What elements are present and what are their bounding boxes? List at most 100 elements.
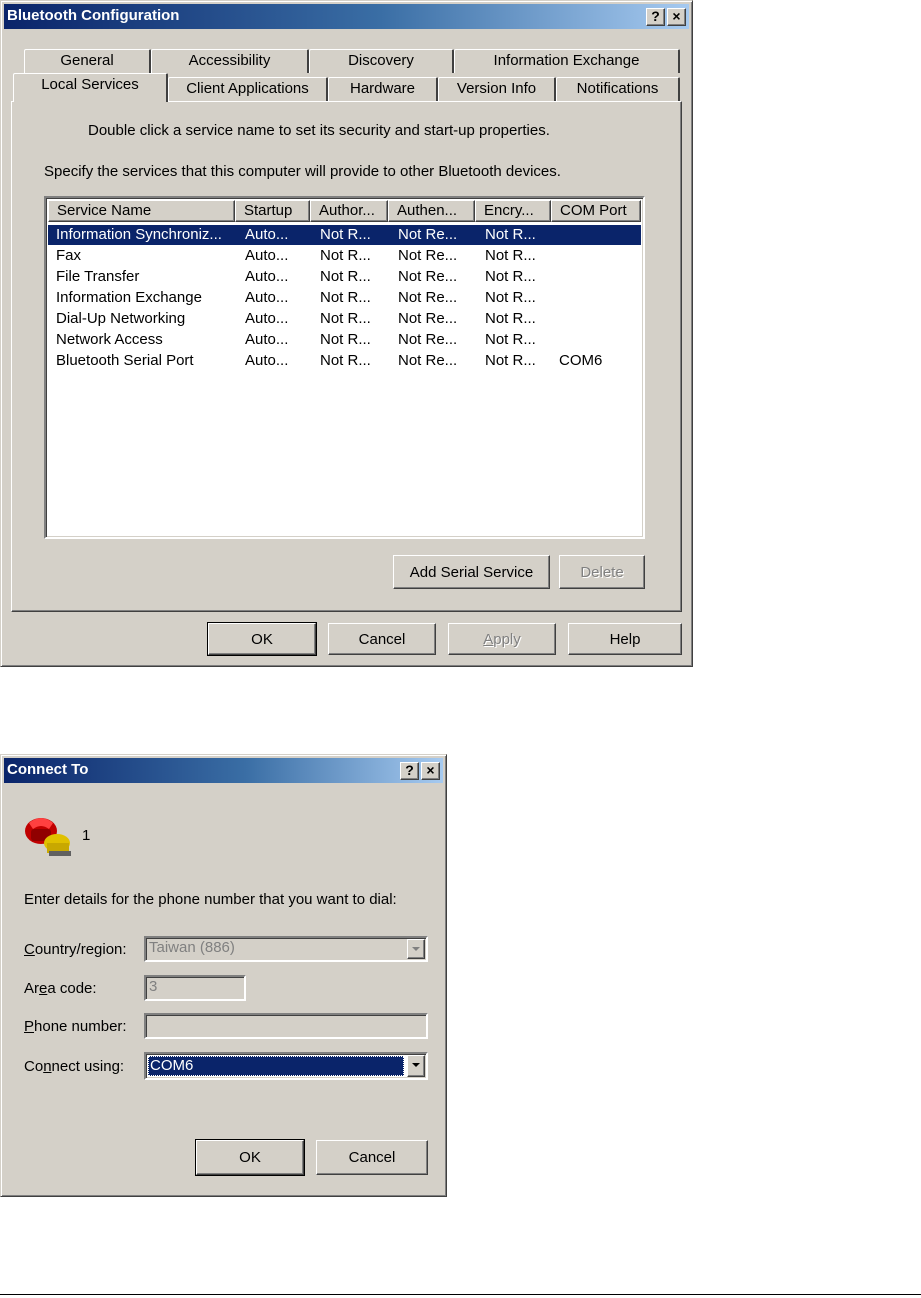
column-service-name[interactable]: Service Name [48, 200, 235, 222]
cell-encryption: Not R... [485, 268, 536, 285]
dropdown-arrow-icon[interactable] [407, 939, 425, 959]
cell-authentication: Not Re... [398, 268, 458, 285]
country-select[interactable]: Taiwan (886) [144, 936, 428, 962]
connect-title-bar: Connect To ? × [4, 758, 443, 783]
cell-authentication: Not Re... [398, 331, 458, 348]
phone-number-field[interactable] [144, 1013, 428, 1039]
cell-startup: Auto... [245, 226, 289, 243]
table-row[interactable]: File Transfer Auto... Not R... Not Re... Not… [48, 267, 641, 287]
cell-startup: Auto... [245, 352, 289, 369]
cell-startup: Auto... [245, 331, 289, 348]
cancel-button[interactable]: Cancel [316, 1140, 428, 1175]
add-serial-service-button[interactable]: Add Serial Service [393, 555, 550, 589]
apply-button[interactable]: Apply [448, 623, 556, 655]
cell-service-name: Network Access [56, 331, 163, 348]
cell-service-name: File Transfer [56, 268, 140, 285]
connect-using-select[interactable]: COM6 [144, 1052, 428, 1080]
tab-label: Local Services [41, 76, 139, 93]
apply-label: Apply [483, 630, 521, 648]
tab-label: Accessibility [188, 52, 271, 69]
cell-authentication: Not Re... [398, 247, 458, 264]
tab-client-applications[interactable]: Client Applications [168, 77, 328, 101]
phone-connection-icon [25, 818, 71, 856]
bluetooth-title-bar: Bluetooth Configuration ? × [4, 4, 689, 29]
cell-encryption: Not R... [485, 226, 536, 243]
ok-button[interactable]: OK [195, 1139, 305, 1176]
connect-using-label: Connect using: [24, 1058, 125, 1075]
cell-startup: Auto... [245, 247, 289, 264]
tab-label: General [60, 52, 114, 69]
cell-encryption: Not R... [485, 331, 536, 348]
cancel-button[interactable]: Cancel [328, 623, 436, 655]
column-com-port[interactable]: COM Port [551, 200, 641, 222]
cell-service-name: Information Synchroniz... [56, 226, 222, 243]
cell-authentication: Not Re... [398, 226, 458, 243]
table-row[interactable]: Fax Auto... Not R... Not Re... Not R... [48, 246, 641, 266]
phone-number-label: Phone number: [24, 1018, 127, 1035]
cell-authorization: Not R... [320, 268, 371, 285]
cell-encryption: Not R... [485, 310, 536, 327]
cell-authorization: Not R... [320, 310, 371, 327]
column-authorization[interactable]: Author... [310, 200, 388, 222]
page-bottom-rule [0, 1294, 921, 1295]
cell-startup: Auto... [245, 268, 289, 285]
table-row[interactable]: Information Exchange Auto... Not R... Not R… [48, 288, 641, 308]
area-code-field[interactable]: 3 [144, 975, 246, 1001]
tab-label: Version Info [456, 80, 537, 97]
cell-service-name: Dial-Up Networking [56, 310, 186, 327]
cell-service-name: Bluetooth Serial Port [56, 352, 194, 369]
tab-version-info[interactable]: Version Info [438, 77, 556, 101]
cell-com-port: COM6 [559, 352, 603, 369]
cell-encryption: Not R... [485, 289, 536, 306]
area-code-label: Area code: [24, 980, 97, 997]
tab-discovery[interactable]: Discovery [309, 49, 454, 73]
tab-general[interactable]: General [24, 49, 151, 73]
cell-authentication: Not Re... [398, 352, 458, 369]
cell-authorization: Not R... [320, 289, 371, 306]
services-list[interactable]: Service Name Startup Author... Authen...… [44, 196, 645, 539]
cell-startup: Auto... [245, 310, 289, 327]
close-icon[interactable]: × [421, 762, 440, 780]
cell-authorization: Not R... [320, 247, 371, 264]
cell-authorization: Not R... [320, 331, 371, 348]
area-code-value: 3 [149, 978, 158, 995]
column-encryption[interactable]: Encry... [475, 200, 551, 222]
help-icon[interactable]: ? [400, 762, 419, 780]
ok-button[interactable]: OK [207, 622, 317, 656]
cell-startup: Auto... [245, 289, 289, 306]
delete-button[interactable]: Delete [559, 555, 645, 589]
column-authentication[interactable]: Authen... [388, 200, 475, 222]
help-button[interactable]: Help [568, 623, 682, 655]
prompt-text: Enter details for the phone number that … [24, 891, 397, 908]
table-row[interactable]: Information Synchroniz... Auto... Not R...… [48, 225, 641, 245]
dropdown-arrow-icon[interactable] [407, 1055, 425, 1077]
table-row[interactable]: Dial-Up Networking Auto... Not R... Not Re.… [48, 309, 641, 329]
cell-authentication: Not Re... [398, 310, 458, 327]
close-icon[interactable]: × [667, 8, 686, 26]
tab-label: Client Applications [186, 80, 309, 97]
tab-label: Hardware [349, 80, 416, 97]
tab-label: Notifications [576, 80, 659, 97]
tab-notifications[interactable]: Notifications [556, 77, 680, 101]
cell-service-name: Information Exchange [56, 289, 202, 306]
bluetooth-configuration-window: Bluetooth Configuration ? × General Acce… [0, 0, 693, 667]
instruction-text: Double click a service name to set its s… [88, 122, 550, 139]
tab-label: Discovery [348, 52, 414, 69]
tab-local-services[interactable]: Local Services [13, 73, 168, 102]
window-title: Connect To [7, 761, 89, 778]
tab-information-exchange[interactable]: Information Exchange [454, 49, 680, 73]
connection-name: 1 [82, 827, 91, 844]
help-icon[interactable]: ? [646, 8, 665, 26]
tab-hardware[interactable]: Hardware [328, 77, 438, 101]
connect-to-window: Connect To ? × 1 Enter details for the p… [0, 754, 447, 1197]
cell-authentication: Not Re... [398, 289, 458, 306]
country-label: Country/region: [24, 941, 127, 958]
table-row[interactable]: Bluetooth Serial Port Auto... Not R... Not … [48, 351, 641, 371]
tab-accessibility[interactable]: Accessibility [151, 49, 309, 73]
window-title: Bluetooth Configuration [7, 7, 180, 24]
column-startup[interactable]: Startup [235, 200, 310, 222]
cell-encryption: Not R... [485, 247, 536, 264]
table-row[interactable]: Network Access Auto... Not R... Not Re... No… [48, 330, 641, 350]
country-value: Taiwan (886) [149, 939, 235, 956]
cell-authorization: Not R... [320, 352, 371, 369]
